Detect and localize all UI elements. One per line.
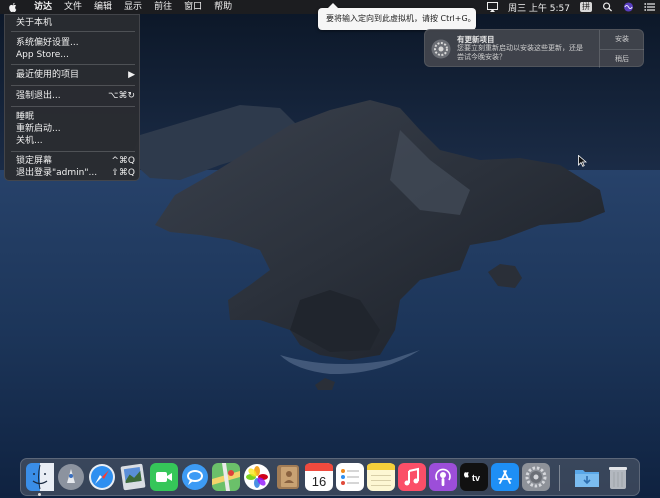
menu-bar-clock[interactable]: 周三 上午 5:57 <box>508 1 570 14</box>
menu-item-log-out[interactable]: 退出登录"admin"... ⇧⌘Q <box>5 167 141 179</box>
menu-view[interactable]: 显示 <box>118 0 148 14</box>
tv-icon[interactable]: tv <box>460 463 488 491</box>
system-preferences-icon[interactable] <box>522 463 550 491</box>
menu-file[interactable]: 文件 <box>58 0 88 14</box>
menu-item-label: 强制退出... <box>16 91 61 101</box>
dock: 16 tv <box>20 458 640 496</box>
vm-input-tooltip: 要将输入定向到此虚拟机，请按 Ctrl+G。 <box>318 3 476 30</box>
menu-item-label: 睡眠 <box>16 112 35 122</box>
menu-go[interactable]: 前往 <box>148 0 178 14</box>
apple-menu-dropdown: 关于本机 系统偏好设置... App Store... 最近使用的项目 ▶ 强制… <box>4 14 140 181</box>
photos-icon[interactable] <box>243 463 271 491</box>
software-update-gear-icon <box>431 39 451 59</box>
calendar-icon[interactable]: 16 <box>305 463 333 491</box>
menu-item-label: 系统偏好设置... <box>16 38 79 48</box>
menu-item-about-this-mac[interactable]: 关于本机 <box>5 17 141 29</box>
menu-item-label: App Store... <box>16 50 69 60</box>
menu-item-shut-down[interactable]: 关机... <box>5 135 141 147</box>
menu-item-label: 退出登录"admin"... <box>16 168 98 178</box>
podcasts-icon[interactable] <box>429 463 457 491</box>
menu-separator <box>11 85 135 86</box>
menu-separator <box>11 106 135 107</box>
menu-item-label: 锁定屏幕 <box>16 156 53 166</box>
menu-separator <box>11 31 135 32</box>
menu-item-app-store[interactable]: App Store... <box>5 49 141 61</box>
menu-item-lock-screen[interactable]: 锁定屏幕 ^⌘Q <box>5 155 141 167</box>
siri-icon[interactable] <box>623 2 634 12</box>
menu-item-force-quit[interactable]: 强制退出... ⌥⌘↻ <box>5 90 141 102</box>
notes-icon[interactable] <box>367 463 395 491</box>
menu-item-restart[interactable]: 重新启动... <box>5 123 141 135</box>
app-store-icon[interactable] <box>491 463 519 491</box>
reminders-icon[interactable] <box>336 463 364 491</box>
notification-center-icon[interactable] <box>644 2 655 12</box>
maps-icon[interactable] <box>212 463 240 491</box>
menu-separator <box>11 151 135 152</box>
menu-window[interactable]: 窗口 <box>178 0 208 14</box>
display-mirroring-icon[interactable] <box>487 2 499 12</box>
notification-body: 您要立刻重新启动以安装这些更新，还是尝试今晚安装？ <box>457 44 583 61</box>
menu-item-label: 重新启动... <box>16 124 61 134</box>
contacts-icon[interactable] <box>274 463 302 491</box>
menu-item-label: 最近使用的项目 <box>16 70 80 80</box>
music-icon[interactable] <box>398 463 426 491</box>
menu-help[interactable]: 帮助 <box>208 0 238 14</box>
notification-buttons: 安装 稍后 <box>599 30 644 68</box>
menu-item-system-preferences[interactable]: 系统偏好设置... <box>5 37 141 49</box>
spotlight-search-icon[interactable] <box>602 2 613 12</box>
menu-item-shortcut: ⇧⌘Q <box>111 168 135 178</box>
finder-icon[interactable] <box>26 463 54 491</box>
menu-item-label: 关机... <box>16 136 43 146</box>
trash-icon[interactable] <box>604 463 632 491</box>
submenu-arrow-icon: ▶ <box>128 70 135 80</box>
mouse-pointer-icon <box>578 155 587 167</box>
facetime-icon[interactable] <box>150 463 178 491</box>
calendar-day-label: 16 <box>312 474 326 489</box>
install-button[interactable]: 安装 <box>600 30 644 49</box>
launchpad-icon[interactable] <box>57 463 85 491</box>
menu-item-shortcut: ^⌘Q <box>111 156 135 166</box>
menu-bar-status-area: 周三 上午 5:57 拼 <box>482 0 660 14</box>
running-indicator <box>38 493 41 496</box>
menu-item-sleep[interactable]: 睡眠 <box>5 111 141 123</box>
menu-finder[interactable]: 访达 <box>28 0 58 14</box>
menu-item-label: 关于本机 <box>16 18 53 28</box>
later-button[interactable]: 稍后 <box>600 49 644 68</box>
menu-item-shortcut: ⌥⌘↻ <box>108 91 135 101</box>
update-notification[interactable]: 有更新项目 您要立刻重新启动以安装这些更新，还是尝试今晚安装？ 安装 稍后 <box>424 29 644 68</box>
tv-label: tv <box>472 473 480 483</box>
menu-separator <box>11 64 135 65</box>
apple-menu-icon[interactable] <box>8 2 18 12</box>
dock-separator <box>559 465 560 491</box>
menu-item-recent-items[interactable]: 最近使用的项目 ▶ <box>5 69 141 81</box>
input-method-icon[interactable]: 拼 <box>580 2 592 12</box>
messages-icon[interactable] <box>181 463 209 491</box>
safari-icon[interactable] <box>88 463 116 491</box>
menu-edit[interactable]: 编辑 <box>88 0 118 14</box>
downloads-folder-icon[interactable] <box>573 463 601 491</box>
preview-icon[interactable] <box>119 463 147 491</box>
